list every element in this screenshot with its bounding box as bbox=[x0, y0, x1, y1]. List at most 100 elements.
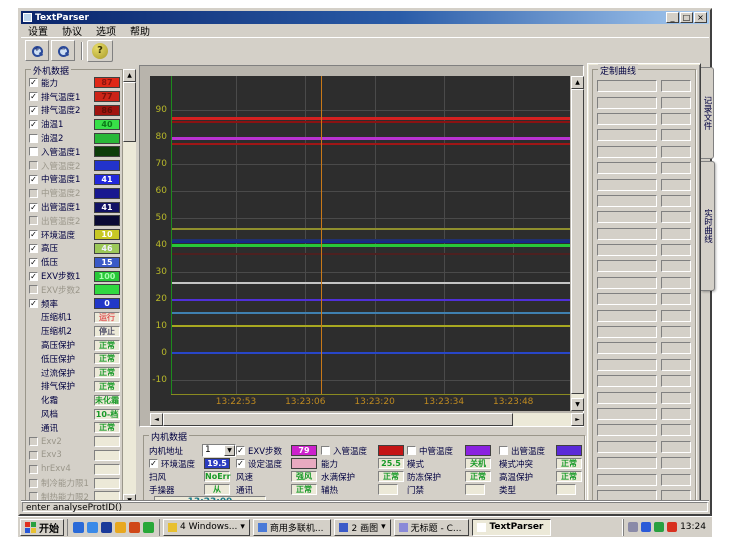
chart-vscrollbar[interactable]: ▲ ▼ bbox=[571, 76, 584, 411]
scroll-up-icon[interactable]: ▲ bbox=[123, 69, 136, 82]
curve-name-field[interactable] bbox=[597, 244, 657, 256]
curve-name-field[interactable] bbox=[597, 211, 657, 223]
curve-value-field[interactable] bbox=[661, 195, 691, 207]
alert-icon[interactable] bbox=[667, 522, 677, 532]
curve-name-field[interactable] bbox=[597, 293, 657, 305]
curve-name-field[interactable] bbox=[597, 326, 657, 338]
curve-value-field[interactable] bbox=[661, 326, 691, 338]
indoor-checkbox[interactable] bbox=[499, 446, 508, 455]
task-button[interactable]: 无标题 - C... bbox=[394, 519, 470, 536]
zoom-out-button[interactable]: − bbox=[51, 40, 75, 61]
curve-name-field[interactable] bbox=[597, 310, 657, 322]
curve-value-field[interactable] bbox=[661, 293, 691, 305]
indoor-address-dropdown[interactable]: 1 ▼ bbox=[202, 444, 236, 457]
msn-icon[interactable] bbox=[101, 522, 112, 533]
curve-value-field[interactable] bbox=[661, 474, 691, 486]
monitor-icon[interactable] bbox=[654, 522, 664, 532]
curve-value-field[interactable] bbox=[661, 359, 691, 371]
indoor-checkbox[interactable] bbox=[407, 446, 416, 455]
signal-checkbox[interactable] bbox=[29, 465, 38, 474]
signal-checkbox[interactable] bbox=[29, 258, 38, 267]
curve-value-field[interactable] bbox=[661, 342, 691, 354]
chart-hscroll-thumb[interactable] bbox=[163, 413, 513, 426]
signal-checkbox[interactable] bbox=[29, 285, 38, 294]
curve-value-field[interactable] bbox=[661, 146, 691, 158]
curve-value-field[interactable] bbox=[661, 80, 691, 92]
curve-value-field[interactable] bbox=[661, 113, 691, 125]
curve-value-field[interactable] bbox=[661, 162, 691, 174]
signal-checkbox[interactable] bbox=[29, 451, 38, 460]
signal-checkbox[interactable] bbox=[29, 189, 38, 198]
curve-name-field[interactable] bbox=[597, 424, 657, 436]
close-button[interactable]: × bbox=[694, 12, 707, 23]
minimize-button[interactable]: _ bbox=[666, 12, 679, 23]
curve-name-field[interactable] bbox=[597, 228, 657, 240]
maximize-button[interactable]: □ bbox=[680, 12, 693, 23]
chevron-down-icon[interactable]: ▼ bbox=[224, 445, 235, 456]
chart-scroll-down-icon[interactable]: ▼ bbox=[571, 398, 584, 411]
curve-name-field[interactable] bbox=[597, 162, 657, 174]
indoor-checkbox[interactable] bbox=[236, 459, 245, 468]
chart-vscroll-thumb[interactable] bbox=[571, 89, 584, 394]
curve-value-field[interactable] bbox=[661, 441, 691, 453]
curve-name-field[interactable] bbox=[597, 146, 657, 158]
curve-name-field[interactable] bbox=[597, 129, 657, 141]
network-icon[interactable] bbox=[641, 522, 651, 532]
signal-checkbox[interactable] bbox=[29, 120, 38, 129]
curve-value-field[interactable] bbox=[661, 277, 691, 289]
media-icon[interactable] bbox=[129, 522, 140, 533]
chart-scroll-up-icon[interactable]: ▲ bbox=[571, 76, 584, 89]
curve-value-field[interactable] bbox=[661, 260, 691, 272]
curve-name-field[interactable] bbox=[597, 375, 657, 387]
task-button[interactable]: TextParser bbox=[472, 519, 551, 536]
signal-checkbox[interactable] bbox=[29, 230, 38, 239]
curve-name-field[interactable] bbox=[597, 80, 657, 92]
tab-realtime-curve[interactable]: 实时曲线 bbox=[701, 161, 715, 291]
signal-checkbox[interactable] bbox=[29, 175, 38, 184]
indoor-checkbox[interactable] bbox=[149, 459, 158, 468]
curve-name-field[interactable] bbox=[597, 408, 657, 420]
curve-name-field[interactable] bbox=[597, 260, 657, 272]
menu-item[interactable]: 设置 bbox=[21, 23, 55, 38]
curve-name-field[interactable] bbox=[597, 277, 657, 289]
curve-name-field[interactable] bbox=[597, 195, 657, 207]
menu-item[interactable]: 协议 bbox=[55, 23, 89, 38]
menu-item[interactable]: 帮助 bbox=[123, 23, 157, 38]
chart-canvas[interactable]: 9080706050403020100-1013:22:5313:23:0613… bbox=[150, 76, 570, 411]
menu-item[interactable]: 选项 bbox=[89, 23, 123, 38]
curve-value-field[interactable] bbox=[661, 457, 691, 469]
signal-checkbox[interactable] bbox=[29, 203, 38, 212]
chart-hscrollbar[interactable]: ◄ ► bbox=[150, 413, 584, 426]
signal-checkbox[interactable] bbox=[29, 244, 38, 253]
printer-icon[interactable] bbox=[628, 522, 638, 532]
curve-value-field[interactable] bbox=[661, 392, 691, 404]
curve-name-field[interactable] bbox=[597, 457, 657, 469]
curve-value-field[interactable] bbox=[661, 408, 691, 420]
chart-scroll-right-icon[interactable]: ► bbox=[571, 413, 584, 426]
curve-value-field[interactable] bbox=[661, 129, 691, 141]
task-button[interactable]: 4 Windows... ▾ bbox=[163, 519, 250, 536]
indoor-checkbox[interactable] bbox=[236, 446, 245, 455]
folder-icon[interactable] bbox=[115, 522, 126, 533]
sidebar-scroll-thumb[interactable] bbox=[123, 82, 136, 142]
signal-checkbox[interactable] bbox=[29, 272, 38, 281]
signal-checkbox[interactable] bbox=[29, 479, 38, 488]
curve-name-field[interactable] bbox=[597, 359, 657, 371]
zoom-in-button[interactable]: + bbox=[25, 40, 49, 61]
signal-checkbox[interactable] bbox=[29, 92, 38, 101]
signal-checkbox[interactable] bbox=[29, 161, 38, 170]
curve-value-field[interactable] bbox=[661, 97, 691, 109]
curve-value-field[interactable] bbox=[661, 211, 691, 223]
sidebar-scrollbar[interactable]: ▲ ▼ bbox=[123, 69, 136, 507]
signal-checkbox[interactable] bbox=[29, 147, 38, 156]
curve-value-field[interactable] bbox=[661, 310, 691, 322]
indoor-checkbox[interactable] bbox=[321, 446, 330, 455]
curve-name-field[interactable] bbox=[597, 97, 657, 109]
curve-name-field[interactable] bbox=[597, 342, 657, 354]
mail-icon[interactable] bbox=[143, 522, 154, 533]
curve-value-field[interactable] bbox=[661, 179, 691, 191]
signal-checkbox[interactable] bbox=[29, 299, 38, 308]
curve-name-field[interactable] bbox=[597, 113, 657, 125]
curve-name-field[interactable] bbox=[597, 474, 657, 486]
tab-record-file[interactable]: 记录文件 bbox=[701, 67, 714, 159]
